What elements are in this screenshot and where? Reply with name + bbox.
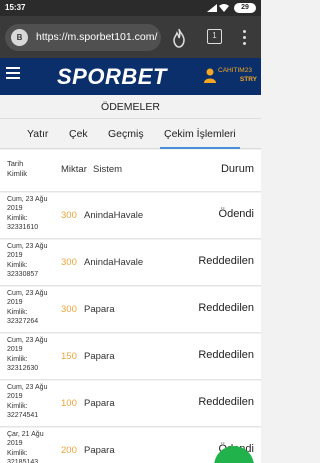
- row-amount: 300: [61, 257, 77, 268]
- row-date: Cum, 23 Ağu: [7, 337, 48, 344]
- row-system: Papara: [84, 398, 115, 409]
- row-year: 2019: [7, 252, 23, 260]
- row-date: Cum, 23 Ağu: [7, 196, 48, 203]
- signal-icon: [207, 4, 217, 12]
- row-system: Papara: [84, 304, 115, 315]
- logo-text: SPORBET: [57, 64, 168, 89]
- column-status: Durum: [220, 163, 254, 175]
- row-system: Papara: [84, 351, 115, 362]
- tab-withdraw[interactable]: Çek: [69, 119, 88, 149]
- row-year: 2019: [7, 393, 23, 401]
- row-id-label: Kimlik:: [7, 355, 28, 363]
- tab-deposit[interactable]: Yatır: [27, 119, 48, 149]
- row-amount: 300: [61, 210, 77, 221]
- table-row[interactable]: Cum, 23 Ağu 2019 Kimlik: 32331610 300 An…: [0, 193, 261, 239]
- row-id: 32330857: [7, 270, 39, 278]
- row-id: 32312630: [7, 364, 39, 372]
- row-id: 32331610: [7, 223, 39, 231]
- column-system: Sistem: [93, 164, 123, 175]
- row-status: Reddedilen: [198, 302, 254, 314]
- row-id-label: Kimlik:: [7, 308, 28, 316]
- browser-toolbar: B https://m.sporbet101.com/ 1: [0, 16, 261, 58]
- more-menu-icon[interactable]: [239, 28, 249, 48]
- row-amount: 300: [61, 304, 77, 315]
- row-amount: 100: [61, 398, 77, 409]
- row-system: AnindaHavale: [84, 257, 144, 268]
- row-id-label: Kimlik:: [7, 214, 28, 222]
- row-status: Reddedilen: [198, 349, 254, 361]
- tab-withdrawals[interactable]: Çekim İşlemleri: [160, 119, 240, 149]
- site-header: SPORBET CAHITIM23 STRY: [0, 58, 261, 95]
- table-row[interactable]: Cum, 23 Ağu 2019 Kimlik: 32274541 100 Pa…: [0, 381, 261, 427]
- table-header: Tarih Kimlik Miktar Sistem Durum: [0, 150, 261, 192]
- row-date: Cum, 23 Ağu: [7, 290, 48, 297]
- balance-currency: STRY: [239, 76, 257, 83]
- row-id: 32327264: [7, 317, 39, 325]
- column-id: Kimlik: [7, 169, 27, 178]
- column-date: Tarih: [7, 159, 24, 168]
- row-id-label: Kimlik:: [7, 261, 28, 269]
- url-text[interactable]: https://m.sporbet101.com/: [36, 31, 159, 43]
- flame-icon[interactable]: [171, 28, 187, 48]
- table-row[interactable]: Cum, 23 Ağu 2019 Kimlik: 32327264 300 Pa…: [0, 287, 261, 333]
- payments-tabs: Yatır Çek Geçmiş Çekim İşlemleri: [0, 119, 261, 149]
- sporbet-logo[interactable]: SPORBET: [55, 62, 170, 90]
- row-status: Reddedilen: [198, 255, 254, 267]
- row-amount: 200: [61, 445, 77, 456]
- username[interactable]: CAHITIM23: [218, 67, 252, 74]
- row-id: 32274541: [7, 411, 39, 419]
- row-status: Ödendi: [218, 208, 254, 220]
- page-title: ÖDEMELER: [0, 95, 261, 119]
- row-id-label: Kimlik:: [7, 402, 28, 410]
- user-avatar-icon[interactable]: [203, 67, 217, 83]
- row-year: 2019: [7, 205, 23, 213]
- site-favicon-icon: B: [11, 29, 28, 46]
- status-bar: 15:37 29: [0, 0, 261, 16]
- tab-history[interactable]: Geçmiş: [108, 119, 144, 149]
- row-year: 2019: [7, 440, 23, 448]
- wifi-icon: [219, 4, 229, 12]
- row-year: 2019: [7, 299, 23, 307]
- row-year: 2019: [7, 346, 23, 354]
- row-date: Cum, 23 Ağu: [7, 243, 48, 250]
- table-row[interactable]: Cum, 23 Ağu 2019 Kimlik: 32330857 300 An…: [0, 240, 261, 286]
- address-bar[interactable]: B https://m.sporbet101.com/: [5, 24, 161, 51]
- column-amount: Miktar: [61, 164, 87, 175]
- row-system: Papara: [84, 445, 115, 456]
- table-row[interactable]: Cum, 23 Ağu 2019 Kimlik: 32312630 150 Pa…: [0, 334, 261, 380]
- battery-icon: 29: [234, 3, 256, 13]
- clock: 15:37: [5, 3, 26, 12]
- tab-switcher-button[interactable]: 1: [207, 29, 222, 44]
- row-id-label: Kimlik:: [7, 449, 28, 457]
- row-date: Çar, 21 Ağu: [7, 431, 44, 438]
- row-system: AnindaHavale: [84, 210, 144, 221]
- row-amount: 150: [61, 351, 77, 362]
- row-status: Reddedilen: [198, 396, 254, 408]
- row-id: 32185143: [7, 458, 39, 463]
- row-date: Cum, 23 Ağu: [7, 384, 48, 391]
- hamburger-menu-icon[interactable]: [6, 67, 20, 79]
